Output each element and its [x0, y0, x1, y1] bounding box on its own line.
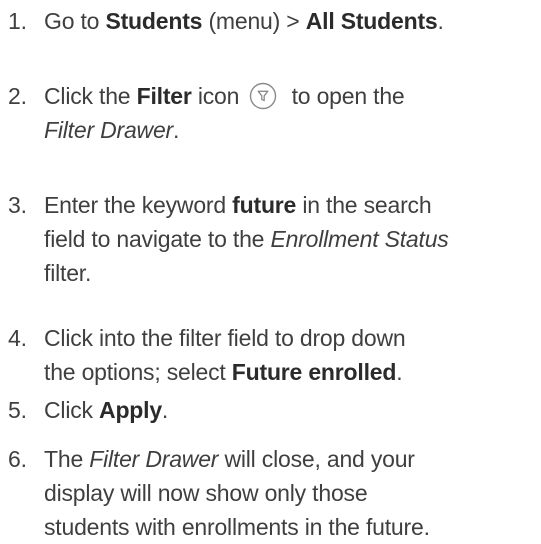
- step-text: to open the: [285, 83, 405, 109]
- step-line: the options; select Future enrolled.: [8, 355, 538, 389]
- step-line: 1. Go to Students (menu) > All Students.: [8, 4, 538, 38]
- step-text: will close, and your: [218, 446, 415, 472]
- step-bold-term: Students: [105, 8, 203, 34]
- step-bold-term: Filter: [136, 83, 192, 109]
- step-text: The: [44, 446, 90, 472]
- step-5: 5. Click Apply.: [8, 393, 538, 427]
- step-text: Enter the keyword: [44, 192, 233, 218]
- filter-icon: [249, 82, 277, 110]
- step-line: filter.: [8, 256, 538, 290]
- step-1: 1. Go to Students (menu) > All Students.: [8, 4, 538, 38]
- step-line: 2. Click the Filter icon to open the: [8, 79, 538, 113]
- step-line: Filter Drawer.: [8, 113, 538, 147]
- step-bold-term: All Students: [305, 8, 438, 34]
- step-text: field to navigate to the: [44, 226, 271, 252]
- step-text: the options; select: [44, 359, 232, 385]
- step-line: 6. The Filter Drawer will close, and your: [8, 442, 538, 476]
- step-6: 6. The Filter Drawer will close, and your…: [8, 442, 538, 544]
- step-2: 2. Click the Filter icon to open the Filte…: [8, 79, 538, 147]
- step-bold-term: Future enrolled: [231, 359, 397, 385]
- step-italic-term: Filter Drawer: [89, 446, 219, 472]
- step-bold-term: Apply: [99, 397, 162, 423]
- step-line: field to navigate to the Enrollment Stat…: [8, 222, 538, 256]
- step-text: .: [437, 8, 444, 34]
- step-line: 5. Click Apply.: [8, 393, 538, 427]
- step-italic-term: Enrollment Status: [270, 226, 449, 252]
- step-line: students with enrollments in the future.: [8, 510, 538, 544]
- step-4: 4. Click into the filter field to drop do…: [8, 321, 538, 389]
- step-bold-term: future: [232, 192, 297, 218]
- step-number: 2.: [8, 83, 27, 109]
- step-text: Click the: [44, 83, 137, 109]
- step-line: 4. Click into the filter field to drop do…: [8, 321, 538, 355]
- step-number: 3.: [8, 192, 27, 218]
- step-text: students with enrollments in the future.: [44, 514, 430, 540]
- step-text: icon: [191, 83, 246, 109]
- step-3: 3. Enter the keyword future in the search…: [8, 188, 538, 290]
- step-text: .: [173, 117, 180, 143]
- step-number: 5.: [8, 397, 27, 423]
- step-text: (menu) >: [202, 8, 306, 34]
- step-text: .: [161, 397, 169, 423]
- step-number: 4.: [8, 325, 27, 351]
- step-line: display will now show only those: [8, 476, 538, 510]
- step-text: Go to: [44, 8, 106, 34]
- step-text: Click into the filter field to drop down: [44, 325, 406, 351]
- step-text: display will now show only those: [44, 480, 368, 506]
- step-text: .: [396, 359, 403, 385]
- step-text: Click: [44, 397, 100, 423]
- step-text: in the search: [296, 192, 432, 218]
- step-number: 6.: [8, 446, 27, 472]
- step-number: 1.: [8, 8, 27, 34]
- step-italic-term: Filter Drawer: [44, 117, 174, 143]
- step-line: 3. Enter the keyword future in the search: [8, 188, 538, 222]
- step-text: filter.: [44, 260, 92, 286]
